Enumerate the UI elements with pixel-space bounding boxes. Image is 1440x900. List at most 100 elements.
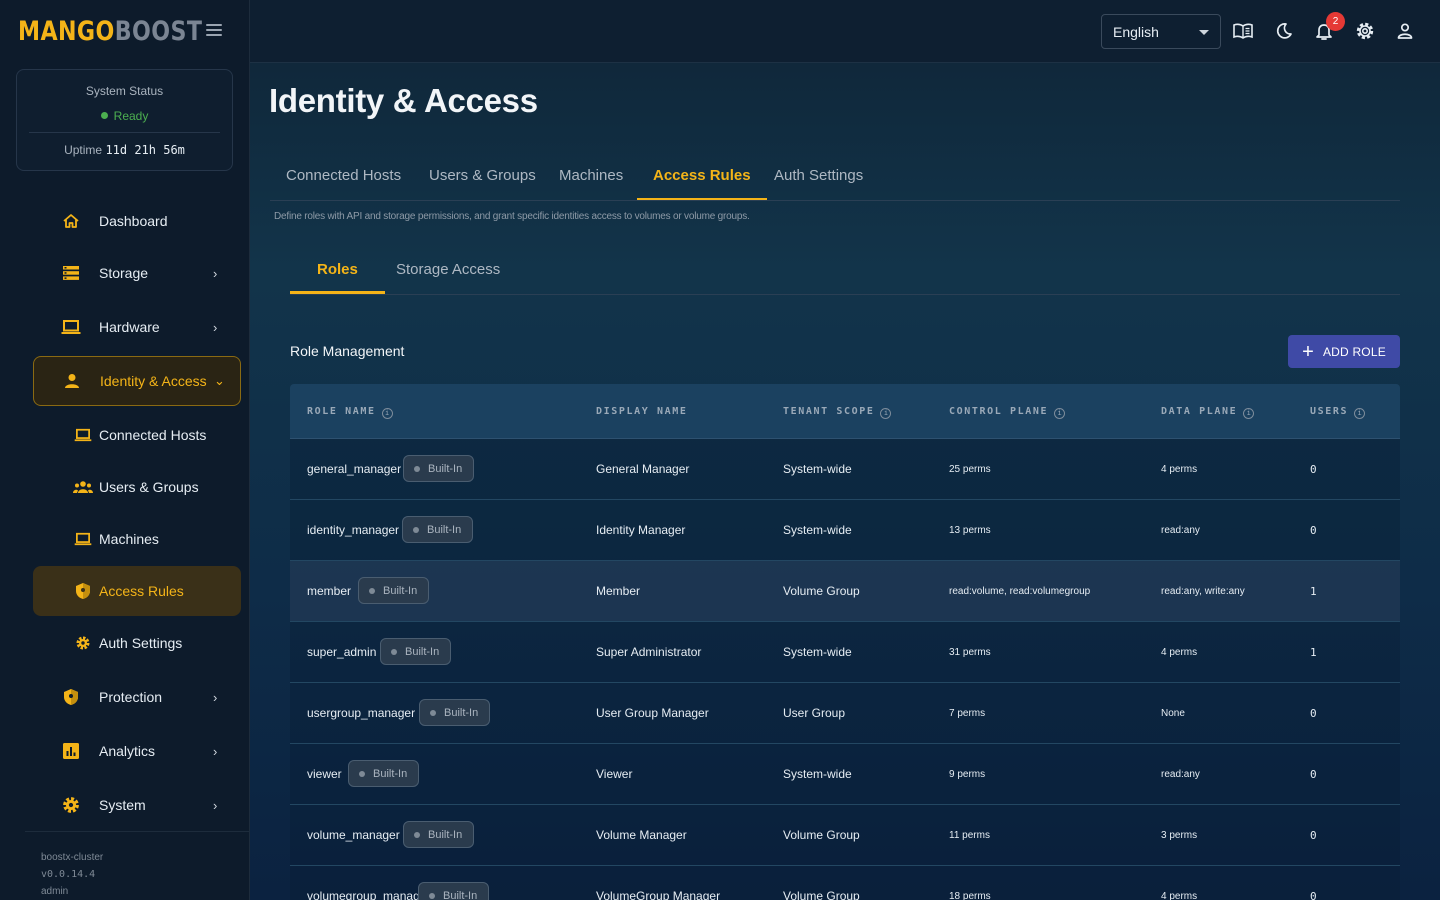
column-header-tenant-scope[interactable]: TENANT SCOPE i xyxy=(783,406,892,419)
badge-dot-icon xyxy=(359,770,365,777)
user-count: 0 xyxy=(1310,829,1317,842)
table-row[interactable]: viewer Built-In Viewer System-wide 9 perms re… xyxy=(290,744,1400,805)
tab-auth-settings[interactable]: Auth Settings xyxy=(758,155,879,200)
divider xyxy=(25,831,249,832)
data-plane: 4 perms xyxy=(1161,647,1198,658)
top-bar: English 2 xyxy=(250,0,1440,63)
sidebar-item-users-groups[interactable]: Users & Groups xyxy=(33,462,241,512)
laptop-icon xyxy=(73,529,93,549)
main-content: English 2 Identity & Access Connected Ho… xyxy=(250,0,1440,900)
person-icon xyxy=(62,371,82,391)
table-header: ROLE NAME i DISPLAY NAME TENANT SCOPE i CO… xyxy=(290,384,1400,439)
sidebar-item-dashboard[interactable]: Dashboard xyxy=(33,196,241,246)
column-header-data-plane[interactable]: DATA PLANE i xyxy=(1161,406,1255,419)
sidebar-item-auth-settings[interactable]: Auth Settings xyxy=(33,618,241,668)
sidebar-item-access-rules[interactable]: Access Rules xyxy=(33,566,241,616)
sidebar-item-system[interactable]: System › xyxy=(33,780,241,830)
table-row[interactable]: identity_manager Built-In Identity Manager… xyxy=(290,500,1400,561)
info-icon[interactable]: i xyxy=(1243,408,1255,419)
info-icon[interactable]: i xyxy=(1354,408,1366,419)
shield-icon xyxy=(61,687,81,707)
divider xyxy=(29,132,220,133)
status-dot-icon xyxy=(100,112,108,119)
notification-count-badge: 2 xyxy=(1326,12,1345,31)
tab-users-groups[interactable]: Users & Groups xyxy=(413,155,552,200)
sidebar-item-machines[interactable]: Machines xyxy=(33,514,241,564)
section-title: Role Management xyxy=(290,343,405,359)
table-row[interactable]: super_admin Built-In Super Administrator Sy… xyxy=(290,622,1400,683)
built-in-badge: Built-In xyxy=(402,516,474,543)
display-name: VolumeGroup Manager xyxy=(596,889,721,900)
display-name: Super Administrator xyxy=(596,645,702,659)
info-icon[interactable]: i xyxy=(381,408,393,419)
add-role-button[interactable]: + ADD ROLE xyxy=(1288,335,1400,368)
language-select[interactable]: English xyxy=(1101,14,1221,49)
plus-icon: + xyxy=(1302,340,1314,363)
role-name: identity_manager xyxy=(307,523,400,537)
built-in-badge: Built-In xyxy=(403,821,475,848)
caret-down-icon xyxy=(1199,30,1209,35)
sidebar-item-connected-hosts[interactable]: Connected Hosts xyxy=(33,410,241,460)
role-name: general_manager xyxy=(307,462,402,476)
sub-tabs: Roles Storage Access xyxy=(290,249,1400,295)
column-header-users[interactable]: USERS i xyxy=(1310,406,1366,419)
role-name: super_admin xyxy=(307,645,377,659)
data-plane: 4 perms xyxy=(1161,464,1198,475)
user-count: 1 xyxy=(1310,646,1317,659)
laptop-icon xyxy=(61,317,81,337)
role-name: viewer xyxy=(307,767,342,781)
tenant-scope: System-wide xyxy=(783,523,852,537)
info-icon[interactable]: i xyxy=(1054,408,1066,419)
built-in-badge: Built-In xyxy=(348,760,420,787)
column-header-role-name[interactable]: ROLE NAME i xyxy=(307,406,393,419)
sidebar-item-hardware[interactable]: Hardware › xyxy=(33,302,241,352)
settings-gear-icon[interactable] xyxy=(1354,20,1376,42)
main-tabs: Connected Hosts Users & Groups Machines … xyxy=(270,155,1400,201)
column-header-control-plane[interactable]: CONTROL PLANE i xyxy=(949,406,1066,419)
table-row[interactable]: general_manager Built-In General Manager Sy… xyxy=(290,439,1400,500)
display-name: Identity Manager xyxy=(596,523,686,537)
info-icon[interactable]: i xyxy=(880,408,892,419)
data-plane: read:any, write:any xyxy=(1161,586,1245,597)
table-row[interactable]: member Built-In Member Volume Group read:vol… xyxy=(290,561,1400,622)
docs-book-icon[interactable] xyxy=(1232,20,1254,42)
tab-access-rules[interactable]: Access Rules xyxy=(637,155,767,200)
page-description: Define roles with API and storage permis… xyxy=(274,211,750,222)
role-name: usergroup_manager xyxy=(307,706,416,720)
sidebar-item-protection[interactable]: Protection › xyxy=(33,672,241,722)
sidebar-item-storage[interactable]: Storage › xyxy=(33,248,241,298)
analytics-icon xyxy=(61,741,81,761)
storage-icon xyxy=(61,263,81,283)
system-status-card: System Status Ready Uptime 11d 21h 56m xyxy=(16,69,233,171)
data-plane: read:any xyxy=(1161,525,1200,536)
tab-storage-access[interactable]: Storage Access xyxy=(369,249,527,294)
tab-machines[interactable]: Machines xyxy=(543,155,639,200)
tab-connected-hosts[interactable]: Connected Hosts xyxy=(270,155,417,200)
brand-logo[interactable]: MANGOBOOST xyxy=(14,12,234,50)
user-count: 1 xyxy=(1310,585,1317,598)
table-row[interactable]: usergroup_manager Built-In User Group Mana… xyxy=(290,683,1400,744)
brand-name: MANGOBOOST xyxy=(18,15,203,47)
control-plane: 11 perms xyxy=(949,830,990,841)
control-plane: 7 perms xyxy=(949,708,986,719)
badge-dot-icon xyxy=(429,892,435,899)
table-row[interactable]: volume_manager Built-In Volume Manager Volu… xyxy=(290,805,1400,866)
role-name: volume_manager xyxy=(307,828,400,842)
column-header-display-name[interactable]: DISPLAY NAME xyxy=(596,406,687,417)
sidebar-item-analytics[interactable]: Analytics › xyxy=(33,726,241,776)
dark-mode-moon-icon[interactable] xyxy=(1273,20,1295,42)
control-plane: 9 perms xyxy=(949,769,986,780)
menu-toggle-icon[interactable] xyxy=(206,24,222,38)
account-user-icon[interactable] xyxy=(1394,20,1416,42)
tenant-scope: Volume Group xyxy=(783,828,860,842)
laptop-icon xyxy=(73,425,93,445)
sidebar-item-identity-access[interactable]: Identity & Access ⌄ xyxy=(33,356,241,406)
tenant-scope: System-wide xyxy=(783,767,852,781)
control-plane: read:volume, read:volumegroup xyxy=(949,586,1091,597)
data-plane: None xyxy=(1161,708,1185,719)
system-status-title: System Status xyxy=(85,84,164,98)
user-count: 0 xyxy=(1310,768,1317,781)
tenant-scope: Volume Group xyxy=(783,584,860,598)
table-row[interactable]: volumegroup_manager Built-In VolumeGroup M… xyxy=(290,866,1400,900)
user-count: 0 xyxy=(1310,463,1317,476)
